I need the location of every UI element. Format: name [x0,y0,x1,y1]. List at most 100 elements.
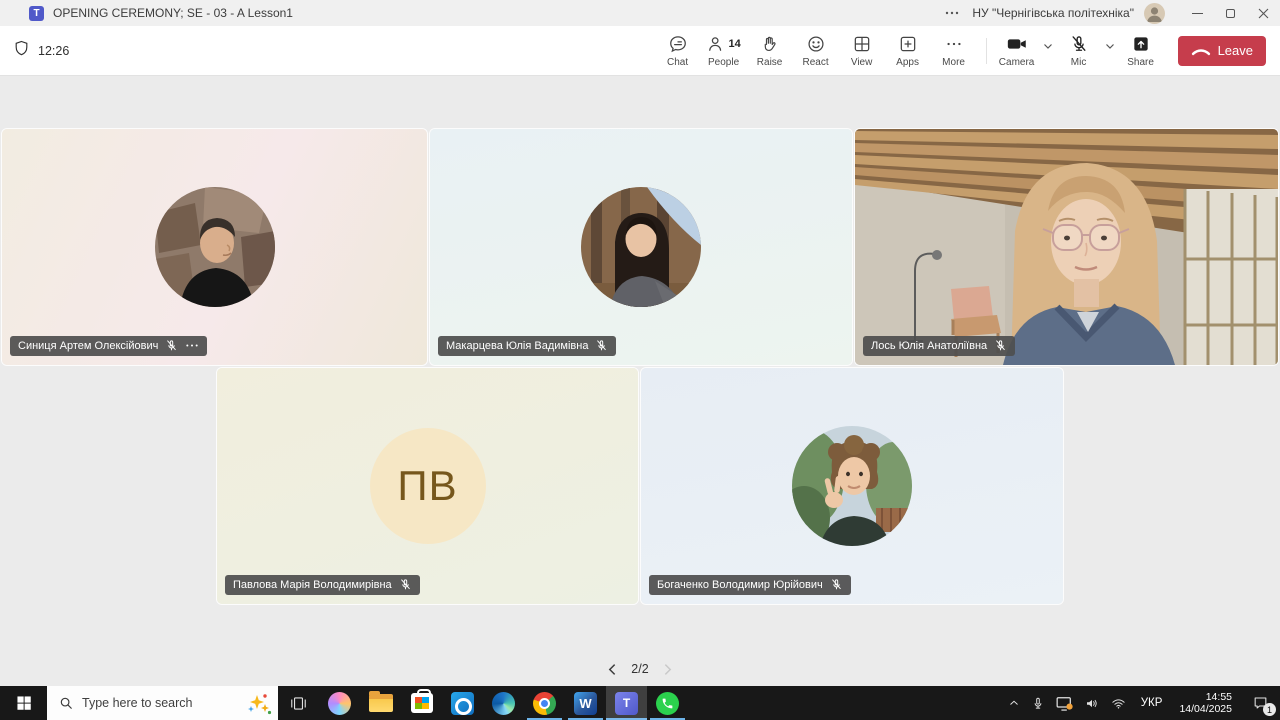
tray-display-notification-icon[interactable] [1050,686,1079,720]
participant-nameplate: Макарцева Юлія Вадимівна [438,336,616,356]
maximize-button[interactable] [1214,0,1247,26]
camera-button[interactable]: Camera [996,26,1038,75]
taskbar-app-word[interactable]: W [565,686,606,720]
taskbar-app-file-explorer[interactable] [360,686,401,720]
people-label: People [708,57,739,68]
people-icon [706,34,726,54]
user-avatar[interactable] [1144,3,1165,24]
people-button[interactable]: 14 People [701,26,747,75]
participant-avatar-photo [581,187,701,307]
participant-tile-los-live-video[interactable]: Лось Юлія Анатоліївна [855,129,1278,365]
system-tray: УКР 14:55 14/04/2025 1 [1002,686,1280,720]
raise-hand-button[interactable]: Raise [747,26,793,75]
react-icon [806,34,826,55]
camera-label: Camera [999,57,1035,68]
tray-wifi-icon[interactable] [1105,686,1132,720]
view-icon [852,34,872,55]
window-title: OPENING CEREMONY; SE - 03 - A Lesson1 [53,6,293,20]
taskbar-app-edge[interactable] [483,686,524,720]
participant-tile-makartseva[interactable]: Макарцева Юлія Вадимівна [430,129,852,365]
search-input[interactable] [82,696,222,710]
notification-count-badge: 1 [1263,703,1276,716]
task-view-icon [289,694,308,713]
share-button[interactable]: Share [1120,26,1162,75]
leave-button[interactable]: Leave [1178,36,1266,66]
next-page-chevron[interactable] [661,663,674,676]
copilot-icon [328,692,351,715]
participant-name: Синиця Артем Олексійович [18,340,158,352]
windows-taskbar: W T УКР 14:55 [0,686,1280,720]
apps-button[interactable]: Apps [885,26,931,75]
tray-volume-icon[interactable] [1079,686,1105,720]
language-indicator[interactable]: УКР [1132,697,1172,709]
view-button[interactable]: View [839,26,885,75]
mic-label: Mic [1071,57,1087,68]
mic-off-icon [994,339,1007,352]
participant-nameplate: Лось Юлія Анатоліївна [863,336,1015,356]
view-label: View [851,57,873,68]
mic-off-icon [595,339,608,352]
participant-avatar-photo [155,187,275,307]
hangup-icon [1191,45,1211,57]
meeting-timer: 12:26 [38,44,69,58]
react-button[interactable]: React [793,26,839,75]
tray-microphone-icon[interactable] [1026,686,1050,720]
windows-logo-icon [16,695,32,711]
share-icon [1131,34,1151,55]
microsoft-store-icon [411,693,433,713]
toolbar-divider [986,38,987,64]
raise-hand-icon [760,34,779,55]
more-button[interactable]: More [931,26,977,75]
action-center-button[interactable]: 1 [1240,686,1280,720]
react-label: React [803,57,829,68]
shield-icon [13,39,30,62]
tray-date: 14/04/2025 [1179,703,1232,715]
participant-tile-synytsia[interactable]: Синиця Артем Олексійович [2,129,427,365]
mic-button[interactable]: Mic [1058,26,1100,75]
previous-page-chevron[interactable] [606,663,619,676]
taskbar-app-whatsapp[interactable] [647,686,688,720]
page-indicator: 2/2 [631,662,648,676]
meeting-toolbar: 12:26 Chat 14 People Raise [0,26,1280,76]
taskbar-search[interactable] [47,686,278,720]
gallery-pagination: 2/2 [0,662,1280,676]
close-button[interactable] [1247,0,1280,26]
search-highlights-sparkle-icon [246,691,272,715]
leave-label: Leave [1218,43,1253,58]
tile-more-options-icon[interactable] [185,339,199,352]
participant-name: Богаченко Володимир Юрійович [657,579,823,591]
task-view-button[interactable] [278,686,319,720]
teams-meeting-window: T OPENING CEREMONY; SE - 03 - A Lesson1 … [0,0,1280,720]
clock[interactable]: 14:55 14/04/2025 [1171,691,1240,715]
whatsapp-icon [656,692,679,715]
minimize-button[interactable] [1181,0,1214,26]
tray-time: 14:55 [1179,691,1232,703]
raise-label: Raise [757,57,783,68]
taskbar-app-chrome[interactable] [524,686,565,720]
camera-options-chevron[interactable] [1038,21,1058,70]
start-button[interactable] [0,686,47,720]
participant-tile-pavlova[interactable]: ПВ Павлова Марія Володимирівна [217,368,638,604]
teams-icon: T [615,692,638,715]
more-icon [944,34,964,55]
chat-icon [668,34,688,55]
mic-off-icon [165,339,178,352]
file-explorer-icon [369,694,393,712]
mic-options-chevron[interactable] [1100,21,1120,70]
participant-initials-avatar: ПВ [370,428,486,544]
taskbar-app-teams[interactable]: T [606,686,647,720]
chat-label: Chat [667,57,688,68]
video-grid: Синиця Артем Олексійович [0,76,1280,686]
taskbar-app-copilot[interactable] [319,686,360,720]
taskbar-app-microsoft-store[interactable] [401,686,442,720]
camera-icon [1005,34,1029,55]
apps-label: Apps [896,57,919,68]
participant-tile-bohachenko[interactable]: Богаченко Володимир Юрійович [641,368,1063,604]
titlebar-more-icon[interactable] [938,5,966,21]
hidden-icons-chevron[interactable] [1002,686,1026,720]
chat-button[interactable]: Chat [655,26,701,75]
taskbar-app-outlook[interactable] [442,686,483,720]
participant-count-badge: 14 [728,38,740,50]
organization-name: НУ "Чернігівська політехніка" [972,6,1134,20]
apps-icon [898,34,918,55]
